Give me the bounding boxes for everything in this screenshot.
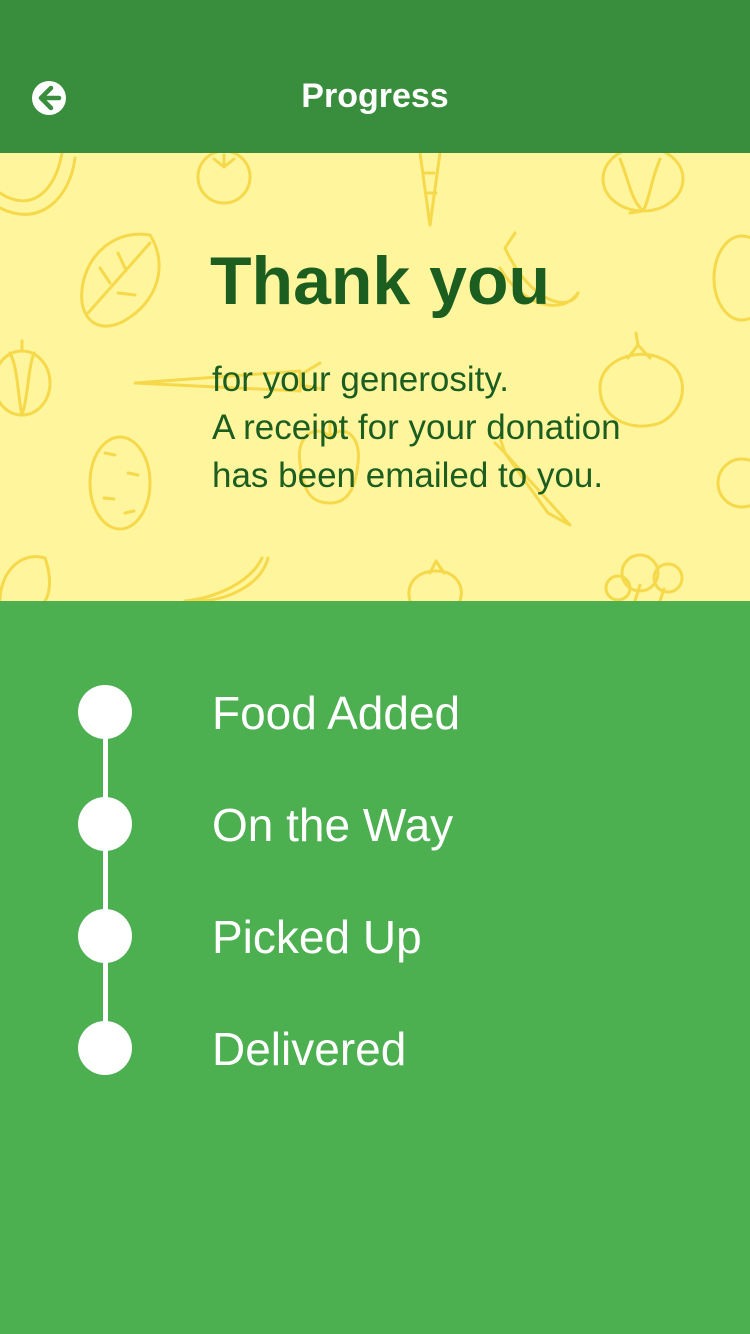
timeline-step-picked-up: Picked Up bbox=[0, 909, 750, 965]
page-title: Progress bbox=[301, 77, 449, 115]
step-dot-icon bbox=[78, 685, 132, 739]
step-label: On the Way bbox=[212, 799, 454, 851]
step-dot-icon bbox=[78, 1021, 132, 1075]
thank-you-heading: Thank you bbox=[210, 243, 551, 319]
step-label: Delivered bbox=[212, 1023, 407, 1075]
step-label: Picked Up bbox=[212, 911, 422, 963]
step-dot-icon bbox=[78, 797, 132, 851]
timeline-connector bbox=[103, 711, 108, 1051]
thank-you-banner: Thank you for your generosity. A receipt… bbox=[0, 153, 750, 601]
step-dot-icon bbox=[78, 909, 132, 963]
receipt-message: for your generosity. A receipt for your … bbox=[212, 356, 732, 500]
message-line: for your generosity. bbox=[212, 360, 509, 399]
timeline-step-food-added: Food Added bbox=[0, 685, 750, 741]
message-line: has been emailed to you. bbox=[212, 456, 604, 495]
app-bar: Progress bbox=[0, 0, 750, 153]
message-line: A receipt for your donation bbox=[212, 408, 621, 447]
progress-timeline: Food Added On the Way Picked Up Delivere… bbox=[0, 601, 750, 1334]
step-label: Food Added bbox=[212, 687, 461, 739]
timeline-step-delivered: Delivered bbox=[0, 1021, 750, 1077]
timeline-step-on-the-way: On the Way bbox=[0, 797, 750, 853]
